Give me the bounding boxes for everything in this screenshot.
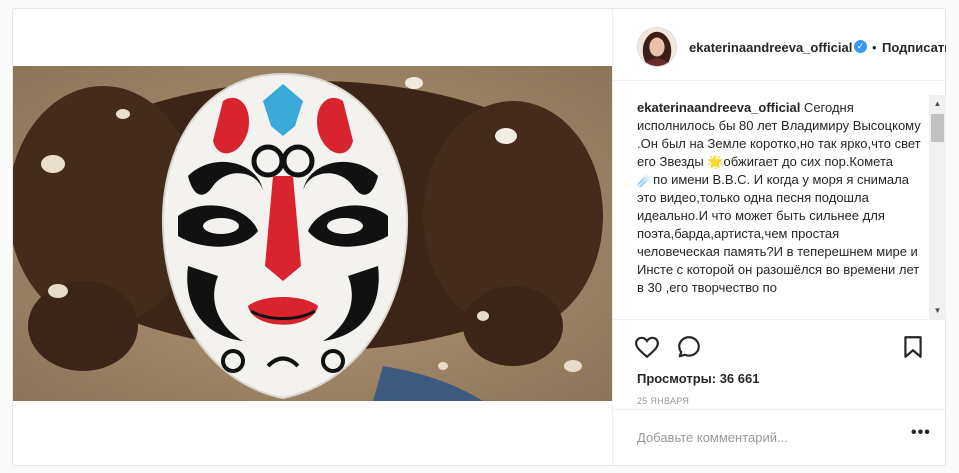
- instagram-post: ekaterinaandreeva_official ✓ • Подписать…: [12, 8, 947, 466]
- heart-icon[interactable]: [634, 334, 660, 360]
- triangle-up-icon[interactable]: ▲: [929, 95, 946, 112]
- post-video[interactable]: [13, 66, 612, 401]
- caption-scrollbar[interactable]: ▲ ▼: [929, 95, 946, 319]
- post-date[interactable]: 25 ЯНВАРЯ: [637, 396, 689, 406]
- header-username[interactable]: ekaterinaandreeva_official: [689, 40, 852, 55]
- triangle-down-icon[interactable]: ▼: [929, 302, 946, 319]
- header-separator: •: [872, 40, 877, 55]
- avatar[interactable]: [637, 27, 677, 67]
- post-actions: Просмотры: 36 661 25 ЯНВАРЯ: [613, 319, 947, 419]
- bookmark-icon[interactable]: [900, 334, 926, 360]
- add-comment-section: •••: [613, 409, 947, 465]
- scrollbar-thumb[interactable]: [931, 114, 944, 142]
- mask-on-sand-image: [13, 66, 612, 401]
- post-header: ekaterinaandreeva_official ✓ • Подписать…: [613, 9, 947, 81]
- speech-bubble-icon[interactable]: [676, 334, 702, 360]
- follow-button[interactable]: Подписаться: [882, 40, 946, 55]
- profile-photo: [638, 28, 676, 66]
- caption-username[interactable]: ekaterinaandreeva_official: [637, 100, 800, 115]
- post-sidebar: ekaterinaandreeva_official ✓ • Подписать…: [612, 9, 947, 465]
- more-options-icon[interactable]: •••: [911, 424, 931, 442]
- post-caption: ekaterinaandreeva_official Сегодня испол…: [637, 99, 925, 315]
- caption-text: Сегодня исполнилось бы 80 лет Владимиру …: [637, 100, 921, 295]
- comment-input[interactable]: [637, 427, 887, 447]
- verified-badge-icon: ✓: [854, 40, 867, 53]
- views-count[interactable]: Просмотры: 36 661: [637, 371, 759, 386]
